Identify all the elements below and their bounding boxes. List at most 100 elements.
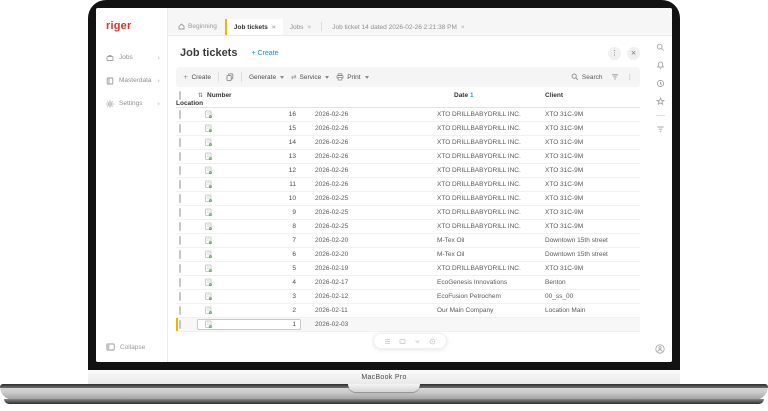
home-icon: [178, 23, 185, 30]
tab-close-icon[interactable]: ×: [307, 24, 311, 31]
filter-icon[interactable]: [611, 73, 619, 81]
rail-search-icon[interactable]: [656, 43, 665, 52]
table-row[interactable]: 8 2026-02-25 XTO DRILLBABYDRILL INC. XTO…: [176, 220, 640, 234]
tab-label: Jobs: [289, 23, 304, 31]
ticket-location: XTO 31C-9M: [545, 223, 584, 230]
copy-icon: [226, 73, 234, 81]
notifications-bell-icon[interactable]: [656, 61, 665, 70]
sidebar-item-label: Masterdata: [119, 77, 152, 84]
row-checkbox[interactable]: [179, 110, 181, 119]
row-checkbox[interactable]: [179, 152, 181, 161]
pill-chevron-down-icon[interactable]: [414, 338, 421, 345]
row-checkbox[interactable]: [179, 166, 181, 175]
toolbar-print-button[interactable]: Print: [336, 73, 369, 81]
sidebar-item-jobs[interactable]: Jobs ›: [96, 46, 167, 69]
row-checkbox[interactable]: [179, 306, 181, 315]
table-row[interactable]: 1 2026-02-03: [176, 318, 640, 332]
document-check-icon: [198, 250, 224, 259]
toolbar-create-button[interactable]: + Create: [183, 73, 211, 81]
column-header-date[interactable]: Date: [454, 92, 468, 99]
toolbar-generate-button[interactable]: Generate: [248, 73, 285, 81]
ticket-number: 15: [288, 125, 296, 132]
sidebar-collapse-button[interactable]: Collapse: [96, 338, 167, 356]
search-button[interactable]: Search: [571, 73, 603, 81]
rail-filter-icon[interactable]: [656, 125, 665, 134]
column-header-client[interactable]: Client: [545, 92, 640, 99]
table-row[interactable]: 3 2026-02-12 EcoFusion Petrochem 00_ss_0…: [176, 290, 640, 304]
pill-box-icon[interactable]: [399, 338, 406, 345]
toolbar-generate-label: Generate: [248, 73, 277, 81]
user-icon[interactable]: [655, 344, 665, 354]
table-row[interactable]: 10 2026-02-25 XTO DRILLBABYDRILL INC. XT…: [176, 192, 640, 206]
table-row[interactable]: 5 2026-02-19 XTO DRILLBABYDRILL INC. XTO…: [176, 262, 640, 276]
sidebar-item-masterdata[interactable]: Masterdata ›: [96, 69, 167, 92]
table-row[interactable]: 2 2026-02-11 Our Main Company Location M…: [176, 304, 640, 318]
table-row[interactable]: 4 2026-02-17 EcoGenesis Innovations Bent…: [176, 276, 640, 290]
printer-icon: [336, 73, 344, 81]
row-checkbox[interactable]: [179, 222, 181, 231]
table-row[interactable]: 9 2026-02-25 XTO DRILLBABYDRILL INC. XTO…: [176, 206, 640, 220]
ticket-client: EcoFusion Petrochem: [437, 293, 501, 300]
table-row[interactable]: 6 2026-02-20 M-Tex Oil Downtown 15th str…: [176, 248, 640, 262]
table-row[interactable]: 12 2026-02-26 XTO DRILLBABYDRILL INC. XT…: [176, 164, 640, 178]
collapse-label: Collapse: [120, 343, 146, 351]
ticket-location: Downtown 15th street: [545, 237, 608, 244]
tab-jobs[interactable]: Jobs ×: [283, 19, 319, 35]
sort-icon[interactable]: ⇅: [198, 92, 203, 99]
favorites-star-icon[interactable]: [655, 97, 665, 106]
row-checkbox[interactable]: [179, 124, 181, 133]
table-row[interactable]: 13 2026-02-26 XTO DRILLBABYDRILL INC. XT…: [176, 150, 640, 164]
tab-close-icon[interactable]: ×: [272, 24, 276, 31]
pill-circle-icon[interactable]: [429, 338, 436, 345]
document-check-icon: [198, 166, 224, 175]
document-check-icon: [198, 222, 224, 231]
panel-close-button[interactable]: ×: [627, 46, 640, 60]
breadcrumb-home[interactable]: Beginning: [168, 23, 225, 35]
header-create-link[interactable]: + Create: [251, 50, 278, 57]
ticket-client: M-Tex Oil: [437, 237, 465, 244]
kebab-menu-icon[interactable]: ⋮: [627, 73, 634, 81]
panel-kebab-button[interactable]: ⋮: [608, 46, 621, 60]
row-checkbox[interactable]: [179, 180, 181, 189]
ticket-client: XTO DRILLBABYDRILL INC.: [437, 167, 521, 174]
ticket-location: Downtown 15th street: [545, 251, 608, 258]
row-checkbox[interactable]: [179, 236, 181, 245]
table-row[interactable]: 11 2026-02-26 XTO DRILLBABYDRILL INC. XT…: [176, 178, 640, 192]
ticket-client: XTO DRILLBABYDRILL INC.: [437, 265, 521, 272]
history-clock-icon[interactable]: [656, 79, 665, 88]
ticket-client: XTO DRILLBABYDRILL INC.: [437, 181, 521, 188]
table-row[interactable]: 7 2026-02-20 M-Tex Oil Downtown 15th str…: [176, 234, 640, 248]
ticket-date: 2026-02-12: [315, 293, 349, 300]
pill-list-icon[interactable]: [384, 338, 391, 345]
tab-close-icon[interactable]: ×: [461, 24, 465, 31]
table-row[interactable]: 14 2026-02-26 XTO DRILLBABYDRILL INC. XT…: [176, 136, 640, 150]
ticket-location: XTO 31C-9M: [545, 181, 584, 188]
ticket-client: XTO DRILLBABYDRILL INC.: [437, 209, 521, 216]
chevron-right-icon: ›: [157, 53, 160, 62]
column-header-location[interactable]: Location: [176, 100, 203, 107]
row-checkbox[interactable]: [179, 194, 181, 203]
grid-toolbar: + Create Generate ⇄ Service Print Search…: [176, 67, 640, 87]
row-checkbox[interactable]: [179, 208, 181, 217]
row-checkbox[interactable]: [179, 320, 181, 329]
table-row[interactable]: 16 2026-02-26 XTO DRILLBABYDRILL INC. XT…: [176, 108, 640, 122]
toolbar-service-button[interactable]: ⇄ Service: [291, 73, 330, 81]
row-checkbox[interactable]: [179, 250, 181, 259]
tab-job-tickets[interactable]: Job tickets ×: [224, 19, 283, 35]
ticket-number: 2: [292, 307, 296, 314]
chevron-down-icon: [280, 75, 285, 79]
row-checkbox[interactable]: [179, 138, 181, 147]
ticket-number: 5: [292, 265, 296, 272]
ticket-number: 10: [288, 195, 296, 202]
toolbar-copy-button[interactable]: [226, 73, 234, 81]
row-checkbox[interactable]: [179, 264, 181, 273]
ticket-number: 14: [288, 139, 296, 146]
job-tickets-table: ⇅ Number Date1 Client Location 16 2026-: [176, 91, 640, 332]
sidebar-item-settings[interactable]: Settings ›: [96, 92, 167, 115]
column-header-number[interactable]: Number: [207, 92, 232, 99]
row-checkbox[interactable]: [179, 278, 181, 287]
collapse-panel-icon: [106, 343, 115, 351]
tab-job-ticket-14[interactable]: Job ticket 14 dated 2026-02-26 2:21:38 P…: [325, 19, 471, 35]
table-row[interactable]: 15 2026-02-26 XTO DRILLBABYDRILL INC. XT…: [176, 122, 640, 136]
row-checkbox[interactable]: [179, 292, 181, 301]
